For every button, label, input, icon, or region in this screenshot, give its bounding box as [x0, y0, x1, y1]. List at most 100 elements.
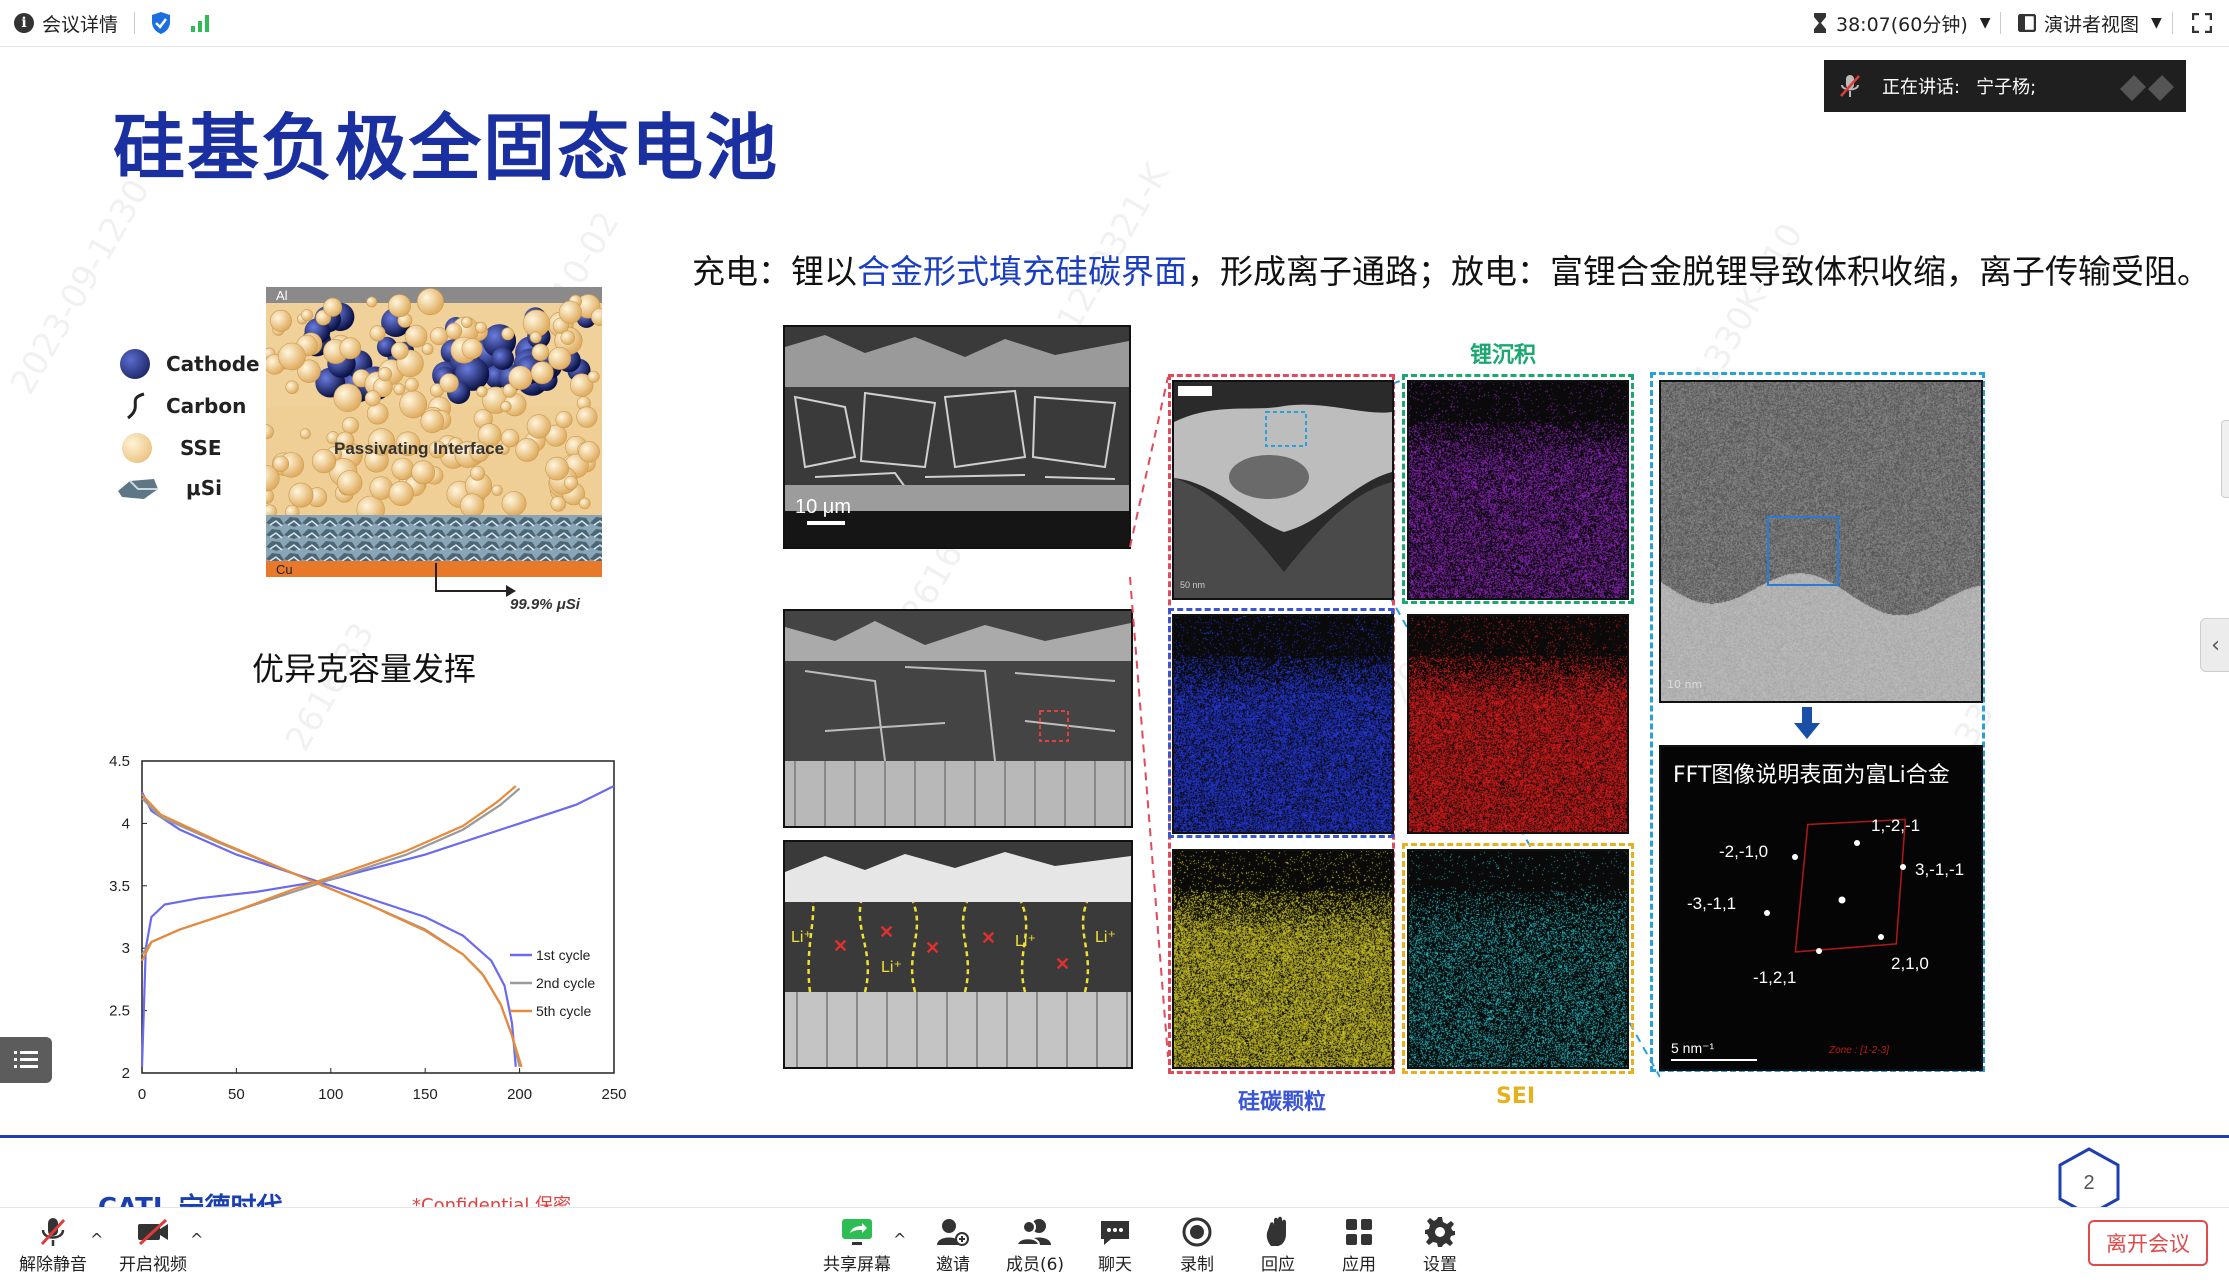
- x-tick-label: 250: [601, 1086, 626, 1103]
- sei-label: SEI: [1496, 1084, 1536, 1109]
- mic-muted-icon: [1840, 75, 1860, 97]
- li-deposit-label: 锂沉积: [1470, 343, 1537, 368]
- arrow-down-icon: [1794, 707, 1820, 739]
- x-tick-label: 200: [507, 1086, 532, 1103]
- speaker-label: 正在讲话:: [1882, 77, 1961, 98]
- tem-scale: 10 nm: [1667, 678, 1703, 691]
- meeting-toolbar: 解除静音 ^ 开启视频 ^ 共享屏幕 ^ 邀请 成员(6) 聊天 录制 回应 应…: [0, 1207, 2229, 1285]
- chat-icon: [1101, 1221, 1129, 1245]
- sem-image-2: [783, 609, 1133, 828]
- sse-particle: [269, 309, 292, 332]
- apps-button[interactable]: 应用: [1314, 1214, 1404, 1275]
- sse-particle: [388, 294, 412, 318]
- sse-particle: [390, 341, 409, 360]
- y-tick-label: 3.5: [109, 878, 130, 895]
- eds-map-purple: [1407, 380, 1629, 600]
- eds-map-blue: [1172, 614, 1394, 834]
- li-label: Li⁺: [1015, 933, 1036, 950]
- chevron-up-icon[interactable]: ^: [893, 1230, 906, 1249]
- legend-sse: SSE: [122, 433, 222, 463]
- haadf-image: 50 nm: [1172, 380, 1394, 600]
- layout-icon: [2018, 14, 2036, 32]
- fullscreen-button[interactable]: [2192, 8, 2212, 38]
- invite-button[interactable]: 邀请: [908, 1214, 998, 1275]
- expand-panel-button[interactable]: ‹: [2200, 618, 2229, 672]
- li-label: Li⁺: [881, 959, 902, 976]
- li-label: Li⁺: [791, 929, 812, 946]
- chart-title: 优异克容量发挥: [252, 650, 477, 688]
- fullscreen-icon: [2192, 13, 2212, 33]
- sse-particle: [272, 455, 290, 473]
- share-screen-button[interactable]: 共享屏幕: [812, 1214, 902, 1275]
- usi-icon: [118, 479, 158, 499]
- capacity-chart: 0 50 100 150 200 250 2 2.5 3 3.5 4 4.5 1st cycle 2nd …: [109, 753, 626, 1103]
- sse-particle: [476, 385, 488, 398]
- y-tick-label: 2: [122, 1065, 130, 1082]
- sse-particle: [341, 416, 359, 434]
- sse-particle: [587, 370, 600, 383]
- eds-scale: 50 nm: [1180, 580, 1205, 590]
- view-mode-label: 演讲者视图: [2044, 13, 2140, 36]
- sse-particle: [475, 321, 487, 334]
- plot-frame: [141, 760, 615, 1074]
- share-screen-icon: [842, 1219, 872, 1245]
- footer-divider: [0, 1135, 2229, 1138]
- sse-particle: [420, 409, 445, 434]
- view-mode-dropdown[interactable]: 演讲者视图 ▼: [2018, 8, 2162, 38]
- start-video-button[interactable]: 开启视频: [108, 1214, 198, 1275]
- passivating-interface-label: Passivating Interface: [334, 439, 504, 458]
- company-logo: CATL 宁德时代: [98, 1193, 283, 1207]
- y-tick-label: 4.5: [109, 753, 130, 770]
- chat-button[interactable]: 聊天: [1070, 1214, 1160, 1275]
- sse-particle: [531, 343, 550, 362]
- legend-label: 5th cycle: [536, 1003, 591, 1019]
- meeting-details-button[interactable]: i 会议详情: [14, 8, 118, 38]
- sse-particle: [421, 343, 434, 355]
- speaker-avatar-icon: [2120, 75, 2174, 101]
- leave-meeting-button[interactable]: 离开会议: [2088, 1220, 2208, 1266]
- sse-particle: [337, 470, 363, 496]
- react-button[interactable]: 回应: [1233, 1214, 1323, 1275]
- slide-list-button[interactable]: [0, 1037, 52, 1083]
- sse-particle: [369, 325, 386, 342]
- divider: [2000, 12, 2001, 34]
- sse-particle: [278, 342, 306, 371]
- sse-particle: [563, 475, 578, 490]
- carbon-icon: [127, 392, 145, 420]
- sse-particle: [461, 338, 483, 360]
- sse-particle: [555, 411, 573, 429]
- subtitle-part: ，形成离子通路；放电：富锂合金脱锂导致体积收缩，离子传输受阻。: [1187, 252, 2210, 291]
- sse-particle: [399, 390, 428, 419]
- sse-particle: [430, 327, 449, 346]
- members-button[interactable]: 成员(6): [990, 1214, 1080, 1275]
- chevron-up-icon[interactable]: ^: [190, 1230, 203, 1249]
- sse-particle: [529, 331, 542, 344]
- sse-particle: [508, 365, 533, 390]
- settings-button[interactable]: 设置: [1395, 1214, 1485, 1275]
- fft-point-label: 1,-2,-1: [1871, 816, 1920, 835]
- svg-text:✕: ✕: [879, 922, 894, 942]
- sse-particle: [461, 316, 473, 328]
- side-panel-handle[interactable]: [2221, 420, 2229, 498]
- record-button[interactable]: 录制: [1152, 1214, 1242, 1275]
- fft-point-label: -1,2,1: [1753, 968, 1796, 987]
- eds-map-red: [1407, 614, 1629, 834]
- subtitle-highlight: 合金形式填充硅碳界面: [857, 252, 1187, 291]
- slide-title: 硅基负极全固态电池: [113, 106, 780, 190]
- meeting-timer[interactable]: 38:07(60分钟) ▼: [1812, 8, 1991, 38]
- sse-particle: [578, 497, 591, 510]
- members-label: 成员(6): [1005, 1255, 1065, 1275]
- chat-label: 聊天: [1098, 1255, 1132, 1275]
- mic-muted-icon: [40, 1218, 66, 1246]
- y-tick-label: 4: [122, 815, 130, 832]
- unmute-button[interactable]: 解除静音: [8, 1214, 98, 1275]
- sse-particle: [333, 383, 362, 412]
- security-shield-icon[interactable]: [150, 8, 172, 38]
- sse-particle: [285, 380, 299, 394]
- signal-strength-icon[interactable]: [190, 8, 212, 38]
- sse-particle: [377, 366, 393, 382]
- fft-region-box: [1767, 516, 1839, 586]
- speaker-name: 宁子杨;: [1976, 77, 2037, 98]
- chevron-up-icon[interactable]: ^: [90, 1230, 103, 1249]
- svg-text:✕: ✕: [925, 938, 940, 958]
